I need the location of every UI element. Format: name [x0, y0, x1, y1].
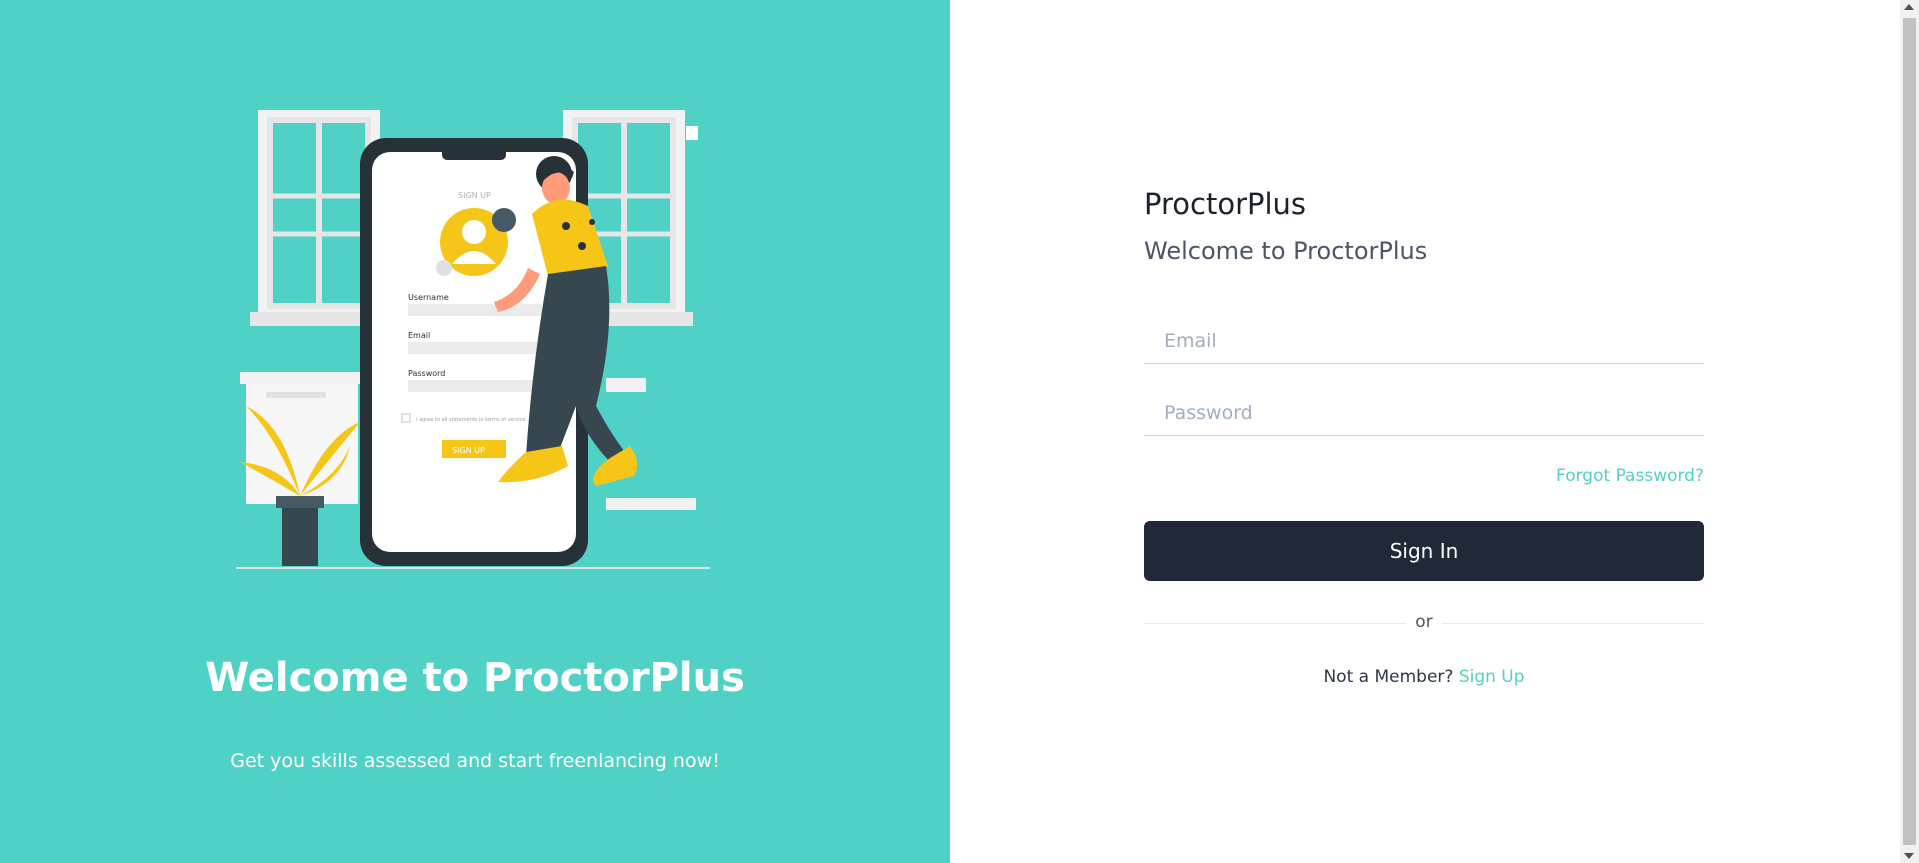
signup-prompt: Not a Member? Sign Up — [1144, 667, 1704, 687]
hero-title: Welcome to ProctorPlus — [205, 655, 745, 701]
sign-up-link[interactable]: Sign Up — [1459, 667, 1525, 687]
hero-panel: SIGN UP Username Email Password I agree … — [0, 0, 950, 863]
scrollbar-thumb[interactable] — [1903, 18, 1916, 845]
email-field-wrapper — [1144, 308, 1704, 364]
or-divider: or — [1144, 612, 1704, 636]
illustration-button-label: SIGN UP — [452, 446, 485, 455]
illustration-username-label: Username — [408, 293, 449, 302]
password-input[interactable] — [1144, 380, 1704, 435]
illustration-screen-title: SIGN UP — [458, 191, 491, 200]
scroll-down-arrow-icon[interactable] — [1904, 853, 1914, 859]
forgot-password-link[interactable]: Forgot Password? — [1556, 466, 1704, 486]
login-panel: ProctorPlus Welcome to ProctorPlus Forgo… — [950, 0, 1900, 863]
divider-line-right — [1442, 623, 1704, 624]
illustration-password-label: Password — [408, 369, 445, 378]
page: SIGN UP Username Email Password I agree … — [0, 0, 1919, 863]
hero-subtitle: Get you skills assessed and start freenl… — [230, 750, 720, 772]
email-input[interactable] — [1144, 308, 1704, 363]
sign-in-button[interactable]: Sign In — [1144, 521, 1704, 581]
welcome-text: Welcome to ProctorPlus — [1144, 237, 1428, 265]
password-field-wrapper — [1144, 380, 1704, 436]
illustration-terms-text: I agree to all statements in terms of se… — [416, 417, 526, 423]
brand-name: ProctorPlus — [1144, 187, 1307, 221]
vertical-scrollbar[interactable] — [1900, 0, 1919, 863]
scroll-up-arrow-icon[interactable] — [1904, 4, 1914, 10]
illustration-email-label: Email — [408, 331, 430, 340]
divider-label: or — [1415, 612, 1433, 632]
not-member-text: Not a Member? — [1323, 667, 1454, 687]
signup-illustration: SIGN UP Username Email Password I agree … — [236, 110, 710, 569]
